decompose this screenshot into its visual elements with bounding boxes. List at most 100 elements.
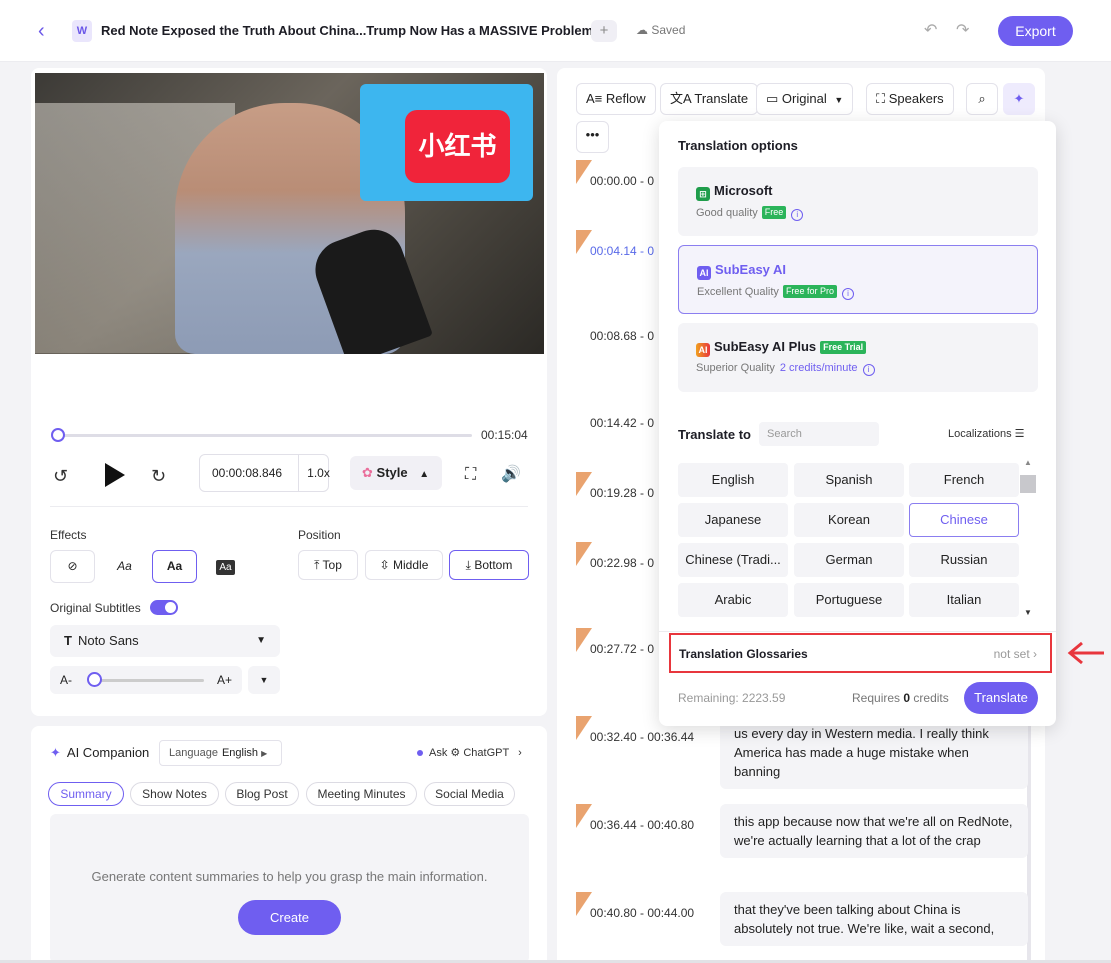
translate-button[interactable]: Translate bbox=[964, 682, 1038, 714]
engine-name: AI SubEasy AI Plus Free Trial bbox=[696, 339, 867, 357]
language-selector[interactable]: Language English ▶ bbox=[159, 740, 282, 766]
size-slider[interactable] bbox=[94, 679, 204, 682]
language-option[interactable]: French bbox=[909, 463, 1019, 497]
size-dropdown[interactable]: ▼ bbox=[248, 666, 280, 694]
effects-label: Effects bbox=[50, 528, 87, 542]
language-option[interactable]: English bbox=[678, 463, 788, 497]
divider bbox=[659, 631, 1056, 632]
effect-outline-button[interactable]: Aa bbox=[102, 550, 147, 583]
arrow-top-icon: ⤒ bbox=[314, 558, 320, 572]
create-button[interactable]: Create bbox=[238, 900, 341, 935]
ask-chatgpt-button[interactable]: Ask ⚙ ChatGPT › bbox=[417, 746, 522, 759]
language-option-selected[interactable]: Chinese bbox=[909, 503, 1019, 537]
size-slider-handle[interactable] bbox=[87, 672, 102, 687]
search-icon: ⌕ bbox=[978, 91, 986, 106]
subtitle-icon: ▭ bbox=[766, 91, 779, 106]
reflow-button[interactable]: A≡ Reflow bbox=[576, 83, 656, 115]
localizations-button[interactable]: Localizations ☰ bbox=[948, 427, 1025, 440]
subtitle-text[interactable]: this app because now that we're all on R… bbox=[720, 804, 1028, 858]
effect-none-button[interactable]: ⊘ bbox=[50, 550, 95, 583]
seek-handle[interactable] bbox=[51, 428, 65, 442]
subtitle-time: 00:14.42 - 0 bbox=[590, 416, 655, 430]
info-icon[interactable]: i bbox=[841, 288, 854, 300]
style-button[interactable]: ✿ Style ▲ bbox=[350, 456, 442, 490]
engine-subeasy-ai-plus[interactable]: AI SubEasy AI Plus Free Trial Superior Qua… bbox=[678, 323, 1038, 392]
caret-down-icon: ▼ bbox=[834, 95, 844, 105]
font-select[interactable]: T Noto Sans ▼ bbox=[50, 625, 280, 657]
add-button[interactable]: + bbox=[591, 20, 617, 42]
play-icon[interactable] bbox=[105, 463, 125, 487]
original-subtitles-toggle[interactable] bbox=[150, 600, 178, 615]
language-grid: English Spanish French Japanese Korean C… bbox=[678, 463, 1020, 618]
magic-button[interactable]: ✦ bbox=[1003, 83, 1035, 115]
fullscreen-icon[interactable]: ⛶ bbox=[465, 466, 476, 484]
position-middle-button[interactable]: ⇳ Middle bbox=[365, 550, 443, 580]
reflow-icon: A≡ bbox=[586, 91, 603, 106]
chevron-right-icon: › bbox=[518, 747, 522, 759]
subtitle-text[interactable]: us every day in Western media. I really … bbox=[720, 716, 1028, 789]
scroll-thumb[interactable] bbox=[1020, 475, 1036, 493]
engine-subeasy-ai[interactable]: AI SubEasy AI Excellent Quality Free for P… bbox=[678, 245, 1038, 314]
seek-bar[interactable] bbox=[56, 434, 472, 437]
saved-label: Saved bbox=[651, 23, 686, 37]
effect-shadow-button[interactable]: Aa bbox=[152, 550, 197, 583]
language-option[interactable]: Russian bbox=[909, 543, 1019, 577]
scroll-down-icon[interactable]: ▼ bbox=[1024, 608, 1032, 617]
language-option[interactable]: Japanese bbox=[678, 503, 788, 537]
search-button[interactable]: ⌕ bbox=[966, 83, 998, 115]
tab-meeting-minutes[interactable]: Meeting Minutes bbox=[306, 782, 417, 806]
language-search-input[interactable]: Search bbox=[759, 422, 879, 446]
info-icon[interactable]: i bbox=[862, 364, 875, 376]
position-bottom-label: Bottom bbox=[474, 558, 513, 572]
translation-glossaries-row[interactable]: Translation Glossaries not set › bbox=[669, 633, 1052, 673]
sliders-icon: ☰ bbox=[1014, 428, 1025, 440]
effect-background-label: Aa bbox=[216, 560, 235, 575]
language-option[interactable]: German bbox=[794, 543, 904, 577]
size-plus[interactable]: A+ bbox=[217, 666, 232, 694]
more-button[interactable]: ••• bbox=[576, 121, 609, 153]
position-top-button[interactable]: ⤒ Top bbox=[298, 550, 358, 580]
rewind-icon[interactable]: ↺ bbox=[53, 466, 68, 487]
subtitle-text[interactable]: that they've been talking about China is… bbox=[720, 892, 1028, 946]
undo-icon[interactable]: ↶ bbox=[924, 20, 937, 40]
translate-icon: 文A bbox=[670, 91, 691, 106]
effect-background-button[interactable]: Aa bbox=[203, 550, 248, 583]
tab-social-media[interactable]: Social Media bbox=[424, 782, 515, 806]
export-button[interactable]: Export bbox=[998, 16, 1073, 46]
subtitle-time: 00:27.72 - 0 bbox=[590, 642, 655, 656]
language-option[interactable]: Spanish bbox=[794, 463, 904, 497]
project-title[interactable]: Red Note Exposed the Truth About China..… bbox=[101, 23, 597, 38]
language-option[interactable]: Portuguese bbox=[794, 583, 904, 617]
language-option[interactable]: Chinese (Tradi... bbox=[678, 543, 788, 577]
video-preview[interactable]: 小红书 bbox=[35, 73, 544, 354]
credits-rate: 2 credits/minute bbox=[779, 362, 858, 374]
summary-area: Generate content summaries to help you g… bbox=[50, 814, 529, 963]
language-grid-scrollbar[interactable]: ▲ ▼ bbox=[1020, 458, 1036, 621]
document-icon: W bbox=[72, 20, 92, 42]
language-option[interactable]: Arabic bbox=[678, 583, 788, 617]
engine-microsoft[interactable]: ⊞ Microsoft Good quality Free i bbox=[678, 167, 1038, 236]
back-chevron-icon[interactable]: ‹ bbox=[38, 20, 54, 42]
forward-icon[interactable]: ↻ bbox=[151, 466, 166, 487]
tab-show-notes[interactable]: Show Notes bbox=[130, 782, 219, 806]
subtitle-time: 00:19.28 - 0 bbox=[590, 486, 655, 500]
player-panel: 小红书 00:15:04 ↺ ↻ 00:00:08.846 1.0x ✿ Sty… bbox=[31, 68, 547, 716]
original-dropdown[interactable]: ▭ Original ▼ bbox=[756, 83, 854, 115]
tab-blog-post[interactable]: Blog Post bbox=[225, 782, 299, 806]
redo-icon[interactable]: ↷ bbox=[956, 20, 969, 40]
info-icon[interactable]: i bbox=[791, 209, 804, 221]
tab-summary[interactable]: Summary bbox=[48, 782, 124, 806]
volume-icon[interactable]: 🔊 bbox=[501, 464, 521, 484]
speakers-button[interactable]: ⛶ Speakers bbox=[866, 83, 954, 115]
size-minus[interactable]: A- bbox=[60, 666, 72, 694]
scroll-up-icon[interactable]: ▲ bbox=[1024, 458, 1032, 467]
translate-tool-button[interactable]: 文A Translate bbox=[660, 83, 759, 115]
position-bottom-button[interactable]: ⤓ Bottom bbox=[449, 550, 529, 580]
requires-suffix: credits bbox=[913, 691, 949, 705]
language-option[interactable]: Korean bbox=[794, 503, 904, 537]
font-size-control: A- A+ bbox=[50, 666, 242, 694]
language-option[interactable]: Italian bbox=[909, 583, 1019, 617]
subtitle-time: 00:00.00 - 0 bbox=[590, 174, 655, 188]
speed-selector[interactable]: 1.0x bbox=[298, 454, 338, 492]
reflow-label: Reflow bbox=[605, 91, 646, 106]
